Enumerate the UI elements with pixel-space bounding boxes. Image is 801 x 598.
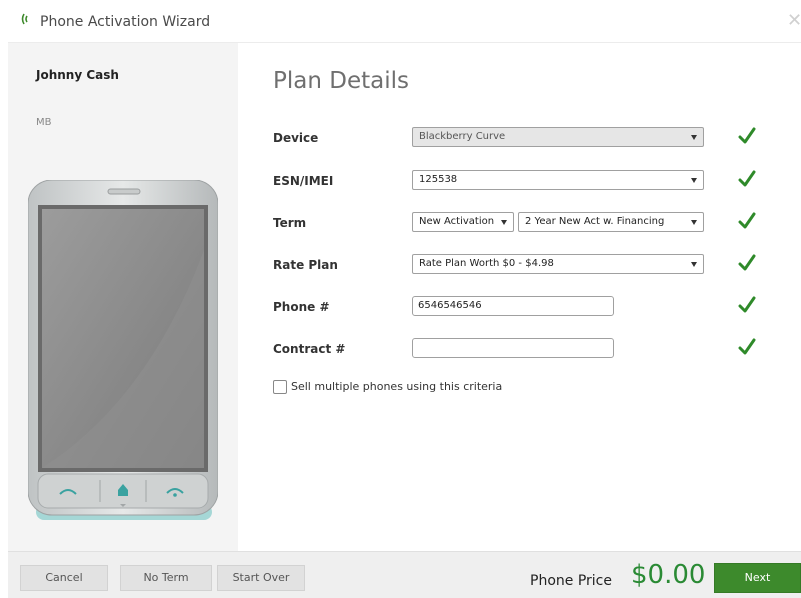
phone-input[interactable]: 6546546546 bbox=[412, 296, 614, 316]
user-name: Johnny Cash bbox=[36, 68, 119, 82]
multi-phone-label: Sell multiple phones using this criteria bbox=[291, 380, 503, 393]
title-bar: Phone Activation Wizard ✕ bbox=[8, 0, 801, 43]
check-icon bbox=[738, 296, 756, 313]
contract-label: Contract # bbox=[273, 342, 346, 356]
phone-price-label: Phone Price bbox=[530, 573, 612, 589]
chevron-down-icon bbox=[691, 262, 697, 267]
rate-plan-label: Rate Plan bbox=[273, 258, 338, 272]
phone-image bbox=[28, 180, 218, 520]
rate-plan-select[interactable]: Rate Plan Worth $0 - $4.98 bbox=[412, 254, 704, 274]
signal-icon bbox=[21, 13, 28, 25]
check-icon bbox=[738, 170, 756, 187]
check-icon bbox=[738, 127, 756, 144]
phone-price-value: $0.00 bbox=[631, 560, 706, 590]
esn-value: 125538 bbox=[419, 174, 458, 185]
check-icon bbox=[738, 212, 756, 229]
term-plan-value: 2 Year New Act w. Financing bbox=[525, 216, 665, 227]
phone-label: Phone # bbox=[273, 300, 330, 314]
rate-plan-value: Rate Plan Worth $0 - $4.98 bbox=[419, 258, 554, 269]
term-plan-select[interactable]: 2 Year New Act w. Financing bbox=[518, 212, 704, 232]
term-label: Term bbox=[273, 216, 307, 230]
multi-phone-checkbox[interactable] bbox=[273, 380, 287, 394]
check-icon bbox=[738, 338, 756, 355]
close-icon[interactable]: ✕ bbox=[787, 12, 801, 30]
no-term-button[interactable]: No Term bbox=[120, 565, 212, 591]
term-type-value: New Activation bbox=[419, 216, 495, 227]
window-title: Phone Activation Wizard bbox=[40, 14, 211, 30]
cancel-button[interactable]: Cancel bbox=[20, 565, 108, 591]
device-value: Blackberry Curve bbox=[419, 131, 506, 142]
term-type-select[interactable]: New Activation bbox=[412, 212, 514, 232]
next-button[interactable]: Next bbox=[714, 563, 801, 593]
chevron-down-icon bbox=[691, 135, 697, 140]
user-subtitle: MB bbox=[36, 117, 52, 128]
page-title: Plan Details bbox=[273, 68, 409, 94]
check-icon bbox=[738, 254, 756, 271]
esn-label: ESN/IMEI bbox=[273, 174, 334, 188]
contract-input[interactable] bbox=[412, 338, 614, 358]
chevron-down-icon bbox=[501, 220, 507, 225]
chevron-down-icon bbox=[691, 220, 697, 225]
device-label: Device bbox=[273, 131, 319, 145]
chevron-down-icon bbox=[691, 178, 697, 183]
esn-select[interactable]: 125538 bbox=[412, 170, 704, 190]
start-over-button[interactable]: Start Over bbox=[217, 565, 305, 591]
device-select[interactable]: Blackberry Curve bbox=[412, 127, 704, 147]
